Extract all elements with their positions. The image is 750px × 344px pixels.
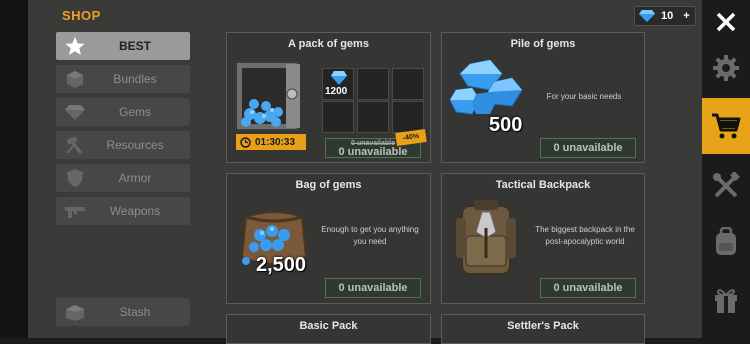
button-label: 0 unavailable — [338, 282, 408, 294]
desc-line: post-apocalyptic world — [545, 237, 625, 246]
card-description: For your basic needs — [546, 92, 622, 101]
gear-icon — [713, 55, 739, 81]
pack-slot — [357, 101, 389, 133]
menu-item-weapons[interactable]: Weapons — [56, 197, 190, 225]
countdown-timer: 01:30:33 — [236, 134, 306, 150]
button-label: 0 unavailable — [338, 146, 408, 158]
gem-amount: 2,500 — [256, 254, 307, 276]
buy-pile-button[interactable]: 0 unavailable — [540, 138, 636, 158]
inventory-button[interactable] — [702, 220, 750, 264]
menu-item-armor[interactable]: Armor — [56, 164, 190, 192]
clock-icon — [240, 136, 251, 148]
shop-screen: SHOP 10 + BEST Bundles Gems Resources Ar… — [0, 0, 750, 344]
gift-icon — [715, 289, 737, 313]
safe-icon — [235, 61, 300, 131]
gem-icon — [65, 105, 85, 120]
button-label: 0 unavailable — [553, 142, 623, 154]
pack-slot — [357, 68, 389, 100]
slot-amount: 1200 — [325, 86, 348, 97]
gem-icon — [639, 10, 655, 22]
timer-text: 01:30:33 — [255, 136, 296, 148]
menu-item-best[interactable]: BEST — [56, 32, 190, 60]
card-description: Enough to get you anything you need — [315, 224, 425, 248]
card-title: A pack of gems — [288, 38, 369, 50]
backpack-icon — [716, 227, 736, 255]
settings-button[interactable] — [702, 46, 750, 90]
buy-backpack-button[interactable]: 0 unavailable — [540, 278, 636, 298]
desc-line: you need — [353, 237, 387, 246]
add-gems-button[interactable]: + — [683, 10, 689, 22]
box-icon — [66, 305, 84, 321]
gem-amount: 500 — [489, 114, 523, 136]
star-icon — [65, 37, 85, 55]
card-settlers-pack[interactable]: Settler's Pack — [441, 314, 645, 344]
gun-icon — [65, 207, 85, 218]
menu-item-gems[interactable]: Gems — [56, 98, 190, 126]
card-title: Pile of gems — [510, 38, 576, 50]
pack-slot — [392, 101, 424, 133]
left-edge — [0, 0, 28, 338]
gem-counter[interactable]: 10 + — [634, 6, 696, 26]
cart-icon — [712, 113, 741, 139]
button-label: 0 unavailable — [553, 282, 623, 294]
close-icon — [716, 12, 736, 32]
menu-item-bundles[interactable]: Bundles — [56, 65, 190, 93]
tools-icon — [713, 172, 740, 198]
desc-line: Enough to get you anything — [321, 225, 419, 234]
pack-slot — [322, 101, 354, 133]
craft-button[interactable] — [702, 164, 750, 208]
gem-pile-icon — [450, 60, 523, 115]
menu-item-stash[interactable]: Stash — [56, 298, 190, 326]
menu-item-resources[interactable]: Resources — [56, 131, 190, 159]
cube-icon — [67, 71, 83, 88]
shield-icon — [67, 169, 83, 187]
backpack-icon — [456, 200, 516, 275]
hammer-icon — [66, 136, 83, 154]
close-button[interactable] — [702, 0, 750, 44]
buy-bag-button[interactable]: 0 unavailable — [325, 278, 421, 298]
card-description: The biggest backpack in the post-apocaly… — [530, 224, 640, 248]
card-title: Tactical Backpack — [495, 179, 591, 191]
shop-button[interactable] — [702, 98, 750, 154]
card-title: Bag of gems — [295, 179, 362, 191]
gem-icon — [331, 71, 347, 85]
page-title: SHOP — [62, 8, 101, 23]
desc-line: The biggest backpack in the — [535, 225, 635, 234]
gifts-button[interactable] — [702, 278, 750, 322]
card-basic-pack[interactable]: Basic Pack — [226, 314, 431, 344]
card-title: Settler's Pack — [507, 320, 579, 332]
pack-slot — [392, 68, 424, 100]
pack-slot: 1200 — [322, 68, 354, 100]
gem-count: 10 — [661, 10, 674, 22]
card-title: Basic Pack — [299, 320, 358, 332]
